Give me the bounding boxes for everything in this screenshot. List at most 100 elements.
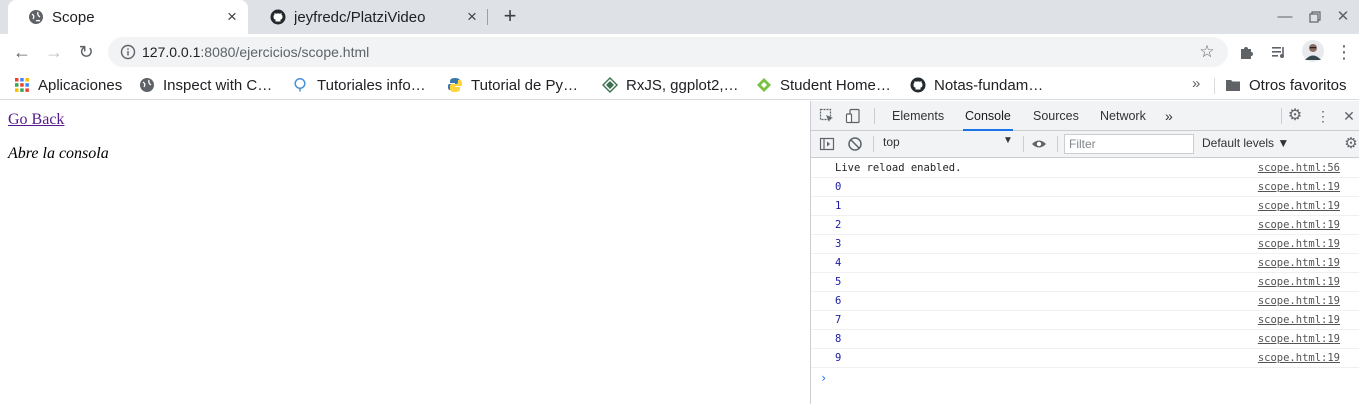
- bookmark-notas[interactable]: Notas-fundam…: [910, 76, 1043, 94]
- go-back-link[interactable]: Go Back: [8, 111, 64, 129]
- back-arrow-icon[interactable]: ←: [12, 42, 32, 62]
- page-content: Go Back Abre la consola: [0, 101, 810, 404]
- github-icon: [270, 9, 286, 25]
- restore-icon[interactable]: [1306, 8, 1324, 26]
- tab-platzivideo[interactable]: jeyfredc/PlatziVideo ×: [250, 0, 488, 34]
- kebab-menu-icon[interactable]: ⋮: [1315, 108, 1331, 124]
- tab-separator: [487, 9, 488, 25]
- close-tab-icon[interactable]: ×: [464, 8, 480, 25]
- folder-icon: [1225, 77, 1241, 93]
- sidebar-toggle-icon[interactable]: [819, 136, 835, 152]
- console-log-row: 6 scope.html:19: [811, 292, 1359, 311]
- console-log-row: 4 scope.html:19: [811, 254, 1359, 273]
- log-message: 3: [835, 238, 842, 250]
- bookmark-label: Notas-fundam…: [934, 76, 1044, 94]
- tab-console[interactable]: Console: [963, 101, 1013, 131]
- clear-console-icon[interactable]: [847, 136, 863, 152]
- log-source-link[interactable]: scope.html:56: [1258, 159, 1340, 177]
- bookmark-rxjs[interactable]: RxJS, ggplot2,…: [602, 76, 739, 94]
- diamond-icon: [602, 77, 618, 93]
- close-devtools-icon[interactable]: ✕: [1341, 108, 1357, 124]
- log-source-link[interactable]: scope.html:19: [1258, 178, 1340, 196]
- log-message: Live reload enabled.: [835, 162, 962, 174]
- console-output: Live reload enabled. scope.html:56 0 scope.…: [811, 159, 1359, 388]
- console-log-row: 9 scope.html:19: [811, 349, 1359, 368]
- new-tab-button[interactable]: +: [500, 5, 520, 27]
- address-bar[interactable]: 127.0.0.1:8080/ejercicios/scope.html ☆: [108, 37, 1228, 67]
- console-log-row: 3 scope.html:19: [811, 235, 1359, 254]
- globe-icon: [139, 77, 155, 93]
- inspect-element-icon[interactable]: [819, 108, 835, 124]
- console-log-row: 0 scope.html:19: [811, 178, 1359, 197]
- tab-title: jeyfredc/PlatziVideo: [294, 8, 426, 26]
- green-diamond-icon: [756, 77, 772, 93]
- log-source-link[interactable]: scope.html:19: [1258, 330, 1340, 348]
- console-settings-icon[interactable]: ⚙: [1343, 136, 1359, 152]
- bookmark-label: Tutoriales info…: [317, 76, 426, 94]
- toolbar-divider: [874, 108, 875, 124]
- log-source-link[interactable]: scope.html:19: [1258, 311, 1340, 329]
- bookmarks-separator: [1214, 78, 1215, 94]
- bookmark-aplicaciones[interactable]: Aplicaciones: [14, 76, 122, 94]
- console-log-row: Live reload enabled. scope.html:56: [811, 159, 1359, 178]
- globe-icon: [28, 9, 44, 25]
- forward-arrow-icon[interactable]: →: [44, 42, 64, 62]
- bookmarks-overflow-button[interactable]: »: [1192, 75, 1200, 92]
- devtools-tabbar: Elements Console Sources Network » ⚙ ⋮ ✕: [811, 101, 1359, 131]
- settings-gear-icon[interactable]: ⚙: [1287, 108, 1303, 124]
- kebab-menu-icon[interactable]: ⋮: [1334, 42, 1354, 62]
- bookmark-star-icon[interactable]: ☆: [1198, 43, 1216, 61]
- context-selector[interactable]: top: [883, 135, 900, 149]
- console-log-row: 1 scope.html:19: [811, 197, 1359, 216]
- log-message: 7: [835, 314, 842, 326]
- console-log-row: 5 scope.html:19: [811, 273, 1359, 292]
- tab-network[interactable]: Network: [1098, 101, 1148, 131]
- close-tab-icon[interactable]: ×: [224, 8, 240, 25]
- tab-sources[interactable]: Sources: [1031, 101, 1081, 131]
- console-prompt-input[interactable]: ›: [811, 368, 1359, 388]
- context-dropdown-icon[interactable]: ▼: [1003, 135, 1013, 146]
- log-source-link[interactable]: scope.html:19: [1258, 349, 1340, 367]
- console-log-row: 7 scope.html:19: [811, 311, 1359, 330]
- log-levels-dropdown[interactable]: Default levels ▼: [1202, 136, 1289, 150]
- bookmark-tutoriales[interactable]: Tutoriales info…: [293, 76, 426, 94]
- devtools-panel: Elements Console Sources Network » ⚙ ⋮ ✕…: [810, 101, 1359, 404]
- log-source-link[interactable]: scope.html:19: [1258, 292, 1340, 310]
- more-tabs-button[interactable]: »: [1163, 101, 1175, 131]
- bookmarks-bar: Aplicaciones Inspect with C… Tutoriales …: [0, 70, 1359, 100]
- log-source-link[interactable]: scope.html:19: [1258, 254, 1340, 272]
- log-source-link[interactable]: scope.html:19: [1258, 197, 1340, 215]
- bookmark-label: Tutorial de Py…: [471, 76, 578, 94]
- log-source-link[interactable]: scope.html:19: [1258, 216, 1340, 234]
- device-toolbar-icon[interactable]: [845, 108, 861, 124]
- bookmark-python[interactable]: Tutorial de Py…: [447, 76, 578, 94]
- log-source-link[interactable]: scope.html:19: [1258, 235, 1340, 253]
- close-window-icon[interactable]: ✕: [1334, 8, 1352, 26]
- media-queue-icon[interactable]: [1270, 43, 1288, 61]
- minimize-icon[interactable]: —: [1276, 8, 1294, 26]
- avatar[interactable]: [1302, 40, 1324, 62]
- bookmark-student-home[interactable]: Student Home…: [756, 76, 891, 94]
- info-icon[interactable]: [120, 44, 136, 60]
- console-filter-bar: top ▼ Filter Default levels ▼ ⚙: [811, 131, 1359, 158]
- log-message: 4: [835, 257, 842, 269]
- log-message: 6: [835, 295, 842, 307]
- instruction-text: Abre la consola: [8, 145, 109, 162]
- url-path: :8080/ejercicios/scope.html: [200, 44, 370, 60]
- bookmark-otros-favoritos[interactable]: Otros favoritos: [1225, 76, 1347, 94]
- reload-icon[interactable]: ↻: [76, 42, 96, 62]
- tab-title: Scope: [52, 8, 95, 26]
- bookmark-label: Inspect with C…: [163, 76, 273, 94]
- tab-elements[interactable]: Elements: [890, 101, 946, 131]
- eye-icon[interactable]: [1031, 136, 1047, 152]
- console-log-row: 2 scope.html:19: [811, 216, 1359, 235]
- console-log-row: 8 scope.html:19: [811, 330, 1359, 349]
- tab-scope[interactable]: Scope ×: [8, 0, 248, 34]
- console-filter-input[interactable]: Filter: [1064, 134, 1194, 154]
- log-source-link[interactable]: scope.html:19: [1258, 273, 1340, 291]
- log-message: 5: [835, 276, 842, 288]
- bookmark-inspect[interactable]: Inspect with C…: [139, 76, 272, 94]
- toolbar-divider: [1281, 108, 1282, 124]
- url-text[interactable]: 127.0.0.1:8080/ejercicios/scope.html: [142, 44, 369, 60]
- extensions-puzzle-icon[interactable]: [1238, 43, 1256, 61]
